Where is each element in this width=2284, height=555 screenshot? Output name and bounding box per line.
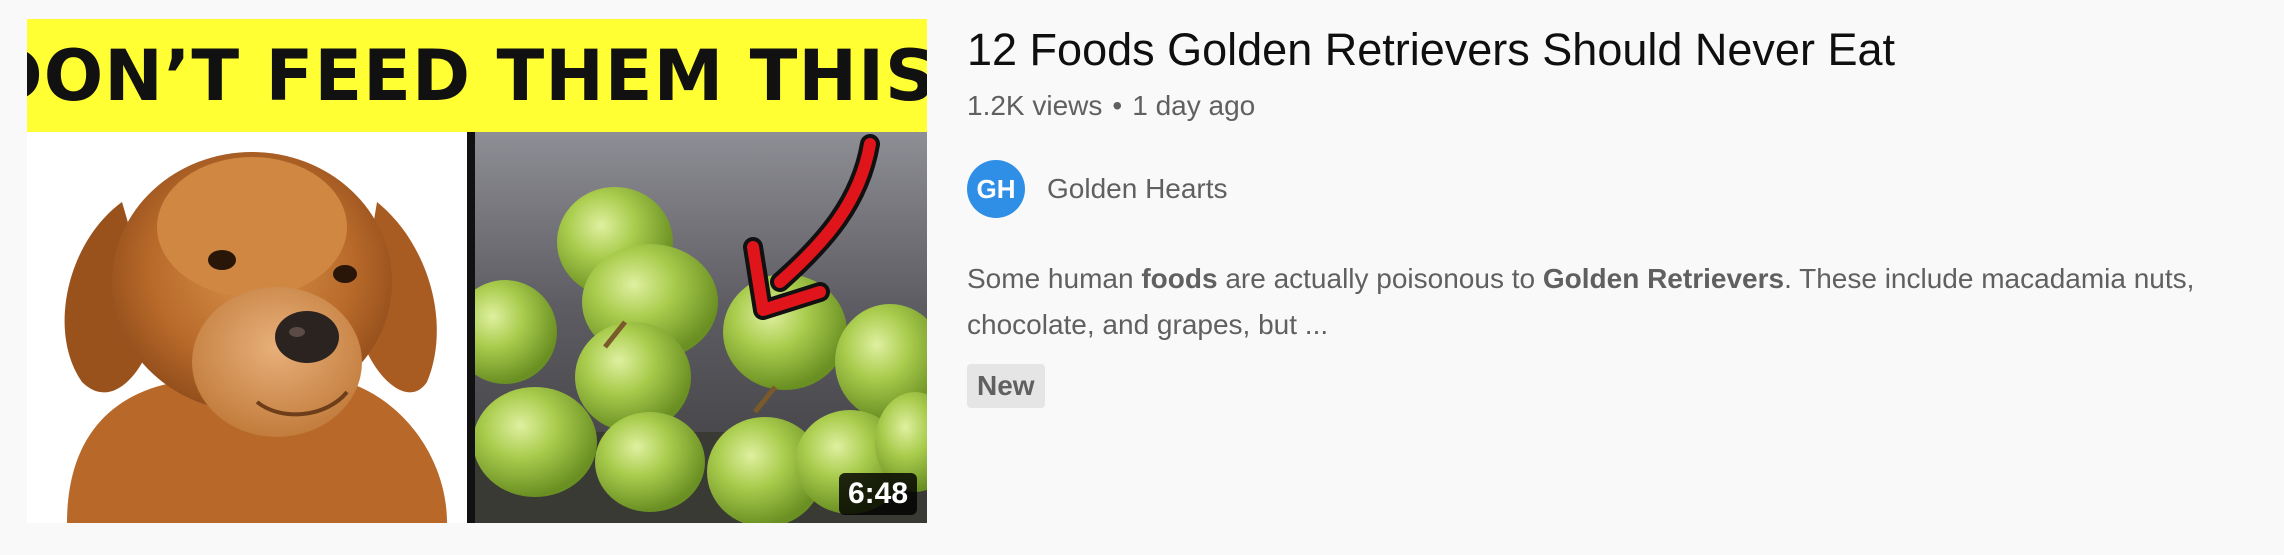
thumbnail-banner: DON’T FEED THEM THIS! xyxy=(27,19,927,132)
duration-badge: 6:48 xyxy=(838,473,917,515)
channel-avatar[interactable]: GH xyxy=(967,160,1025,218)
channel-name[interactable]: Golden Hearts xyxy=(1047,173,1228,205)
thumbnail-banner-text: DON’T FEED THEM THIS! xyxy=(27,34,927,117)
description-text-2: are actually poisonous to xyxy=(1217,263,1543,294)
description-bold-1: foods xyxy=(1141,263,1218,294)
upload-age: 1 day ago xyxy=(1132,90,1256,121)
meta-separator: • xyxy=(1112,90,1123,121)
video-description: Some human foods are actually poisonous … xyxy=(967,256,2267,348)
description-text-3: . These include macadamia nuts, xyxy=(1784,263,2195,294)
new-badge: New xyxy=(967,364,1045,408)
thumbnail-divider xyxy=(467,132,475,523)
thumbnail-grapes-image xyxy=(475,132,927,523)
grapes-illustration xyxy=(475,134,927,523)
view-count: 1.2K views xyxy=(967,90,1103,121)
video-stats: 1.2K views • 1 day ago xyxy=(967,88,1255,124)
video-result[interactable]: DON’T FEED THEM THIS! 6:48 12 Foods Gold… xyxy=(0,0,2284,555)
golden-retriever-illustration xyxy=(64,152,447,523)
description-text-4: chocolate, and grapes, but ... xyxy=(967,309,1329,340)
video-title[interactable]: 12 Foods Golden Retrievers Should Never … xyxy=(967,22,1895,78)
video-thumbnail[interactable]: DON’T FEED THEM THIS! 6:48 xyxy=(27,19,927,523)
thumbnail-dog-image xyxy=(27,132,467,523)
channel-link[interactable]: GH Golden Hearts xyxy=(967,160,1228,218)
description-bold-2: Golden Retrievers xyxy=(1542,263,1785,294)
description-text-1: Some human xyxy=(967,263,1142,294)
